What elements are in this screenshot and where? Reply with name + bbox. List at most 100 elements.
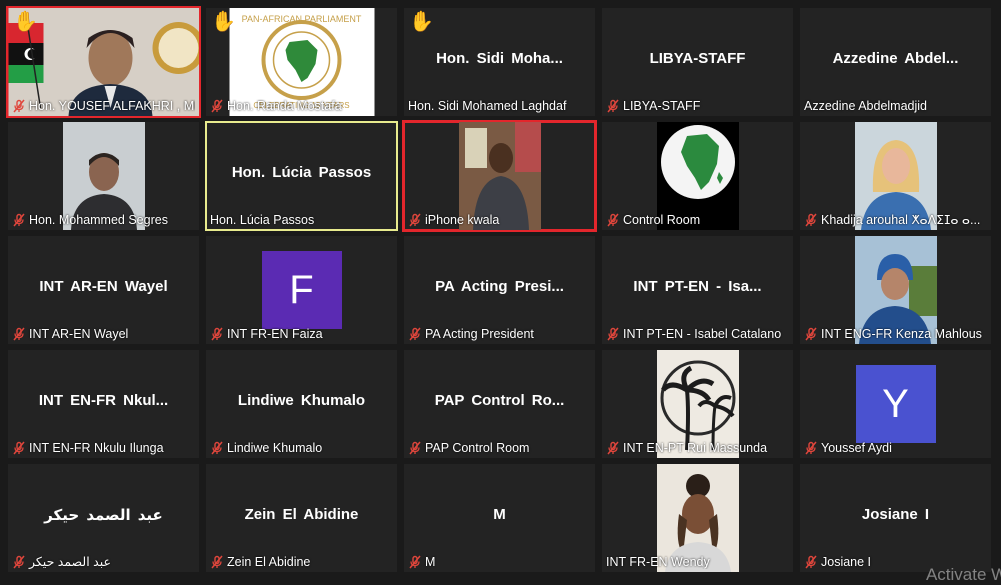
participant-tile[interactable]: Hon. Sidi Moha... ✋ Hon. Sidi Mohamed Lagh…: [404, 8, 595, 116]
participant-display-name: INT EN-FR Nkul...: [38, 392, 169, 409]
participant-name: PA Acting President: [425, 327, 534, 341]
participant-display-name: Hon. Lúcia Passos: [231, 164, 372, 181]
participant-name-label: M: [408, 555, 591, 569]
mic-muted-icon: [804, 213, 818, 227]
svg-text:PAN-AFRICAN PARLIAMENT: PAN-AFRICAN PARLIAMENT: [241, 14, 361, 24]
mic-muted-icon: [12, 441, 26, 455]
participant-tile[interactable]: INT PT-EN - Isa... INT PT-EN - Isabel Cat…: [602, 236, 793, 344]
participant-name-label: INT FR-EN Wendy: [606, 555, 789, 569]
participant-display-name: Zein El Abidine: [244, 506, 359, 523]
participant-name-label: Khadija arouhal ⵅⴰⴷⵉⵊⴰ ⴰ...: [804, 212, 987, 227]
participant-name: Hon. Sidi Mohamed Laghdaf: [408, 99, 567, 113]
mic-muted-icon: [804, 441, 818, 455]
participant-name-label: Azzedine Abdelmadjid: [804, 99, 987, 113]
participant-name: INT FR-EN Wendy: [606, 555, 710, 569]
avatar: F: [261, 251, 342, 329]
participant-name: Youssef Aydi: [821, 441, 892, 455]
mic-muted-icon: [210, 327, 224, 341]
participant-tile[interactable]: Lindiwe Khumalo Lindiwe Khumalo: [206, 350, 397, 458]
participant-tile[interactable]: Control Room: [602, 122, 793, 230]
mic-muted-icon: [408, 441, 422, 455]
participant-name: INT EN-FR Nkulu Ilunga: [29, 441, 164, 455]
mic-muted-icon: [408, 213, 422, 227]
participant-tile[interactable]: Azzedine Abdel... Azzedine Abdelmadjid: [800, 8, 991, 116]
participant-tile[interactable]: ✋ Hon. YOUSEF ALFAKHRI , MP: [6, 6, 201, 118]
mic-muted-icon: [210, 555, 224, 569]
mic-muted-icon: [606, 327, 620, 341]
participant-name-label: Zein El Abidine: [210, 555, 393, 569]
participant-tile[interactable]: PA Acting Presi... PA Acting President: [404, 236, 595, 344]
participant-tile[interactable]: INT FR-EN Wendy: [602, 464, 793, 572]
participant-display-name: M: [493, 506, 506, 523]
participant-display-name: PA Acting Presi...: [435, 278, 564, 295]
participant-tile[interactable]: عبد الصمد حيكر عبد الصمد حيكر: [8, 464, 199, 572]
participant-tile[interactable]: INT ENG-FR Kenza Mahlous: [800, 236, 991, 344]
participant-display-name: عبد الصمد حيكر: [44, 507, 163, 524]
participant-tile[interactable]: Y Youssef Aydi: [800, 350, 991, 458]
participant-tile[interactable]: PAP Control Ro... PAP Control Room: [404, 350, 595, 458]
participant-display-name: INT PT-EN - Isa...: [633, 278, 762, 295]
participant-display-name: Azzedine Abdel...: [832, 50, 959, 67]
participant-display-name: Lindiwe Khumalo: [237, 392, 366, 409]
participant-display-name: PAP Control Ro...: [434, 392, 565, 409]
participant-tile[interactable]: INT EN-FR Nkul... INT EN-FR Nkulu Ilunga: [8, 350, 199, 458]
participant-tile[interactable]: INT AR-EN Wayel INT AR-EN Wayel: [8, 236, 199, 344]
participant-name-label: Lindiwe Khumalo: [210, 441, 393, 455]
participant-tile[interactable]: Josiane I Josiane I: [800, 464, 991, 572]
mic-muted-icon: [606, 213, 620, 227]
participant-name: Khadija arouhal ⵅⴰⴷⵉⵊⴰ ⴰ...: [821, 213, 981, 227]
participant-name-label: PA Acting President: [408, 327, 591, 341]
participant-name-label: INT EN-PT Rui Massunda: [606, 441, 789, 455]
participant-tile[interactable]: Zein El Abidine Zein El Abidine: [206, 464, 397, 572]
mic-muted-icon: [408, 555, 422, 569]
mic-muted-icon: [606, 441, 620, 455]
participant-name: INT EN-PT Rui Massunda: [623, 441, 768, 455]
participant-name: LIBYA-STAFF: [623, 99, 701, 113]
participant-display-name: Josiane I: [861, 506, 930, 523]
mic-muted-icon: [210, 441, 224, 455]
participant-name: Hon. YOUSEF ALFAKHRI , MP: [29, 99, 195, 113]
raised-hand-icon: ✋: [409, 11, 434, 33]
participant-name-label: INT ENG-FR Kenza Mahlous: [804, 327, 987, 341]
participant-tile[interactable]: PAN-AFRICAN PARLIAMENT CELEBRATING 15 YE…: [206, 8, 397, 116]
participant-name-label: INT EN-FR Nkulu Ilunga: [12, 441, 195, 455]
mic-muted-icon: [210, 99, 224, 113]
mic-muted-icon: [12, 327, 26, 341]
participant-name-label: INT AR-EN Wayel: [12, 327, 195, 341]
mic-muted-icon: [12, 213, 26, 227]
participant-name-label: INT FR-EN Faiza: [210, 327, 393, 341]
participant-tile[interactable]: Hon. Lúcia Passos Hon. Lúcia Passos: [205, 121, 398, 231]
participant-tile[interactable]: Khadija arouhal ⵅⴰⴷⵉⵊⴰ ⴰ...: [800, 122, 991, 230]
participant-name: Hon. Lúcia Passos: [210, 213, 315, 227]
participant-name-label: LIBYA-STAFF: [606, 99, 789, 113]
participant-name: Josiane I: [821, 555, 872, 569]
participant-tile[interactable]: iPhone kwala: [402, 120, 597, 232]
mic-muted-icon: [12, 99, 26, 113]
participant-name: INT PT-EN - Isabel Catalano: [623, 327, 782, 341]
participant-name-label: Hon. Sidi Mohamed Laghdaf: [408, 99, 591, 113]
participant-name-label: عبد الصمد حيكر: [12, 554, 195, 569]
participant-tile[interactable]: LIBYA-STAFF LIBYA-STAFF: [602, 8, 793, 116]
participant-name: iPhone kwala: [425, 213, 500, 227]
participant-display-name: LIBYA-STAFF: [649, 50, 746, 67]
participant-name: Control Room: [623, 213, 701, 227]
participant-display-name: INT AR-EN Wayel: [39, 278, 168, 295]
participant-name-label: iPhone kwala: [408, 213, 591, 227]
participant-tile[interactable]: Hon. Mohammed Segres: [8, 122, 199, 230]
participant-tile[interactable]: MM: [404, 464, 595, 572]
participant-name: Hon. Randa Mostafa: [227, 99, 342, 113]
participant-name: Lindiwe Khumalo: [227, 441, 323, 455]
participant-tile[interactable]: F INT FR-EN Faiza: [206, 236, 397, 344]
participant-name-label: Hon. Randa Mostafa: [210, 99, 393, 113]
raised-hand-icon: ✋: [13, 11, 38, 33]
activate-windows-watermark: Activate Wi: [925, 565, 1001, 584]
participant-name: PAP Control Room: [425, 441, 530, 455]
avatar: Y: [855, 365, 936, 443]
mic-muted-icon: [804, 327, 818, 341]
participant-name: Hon. Mohammed Segres: [29, 213, 168, 227]
participant-grid: ✋ Hon. YOUSEF ALFAKHRI , MP PAN-AFRICAN P…: [6, 6, 991, 572]
participant-name-label: Hon. Mohammed Segres: [12, 213, 195, 227]
participant-name: Zein El Abidine: [227, 555, 311, 569]
mic-muted-icon: [606, 99, 620, 113]
participant-tile[interactable]: INT EN-PT Rui Massunda: [602, 350, 793, 458]
